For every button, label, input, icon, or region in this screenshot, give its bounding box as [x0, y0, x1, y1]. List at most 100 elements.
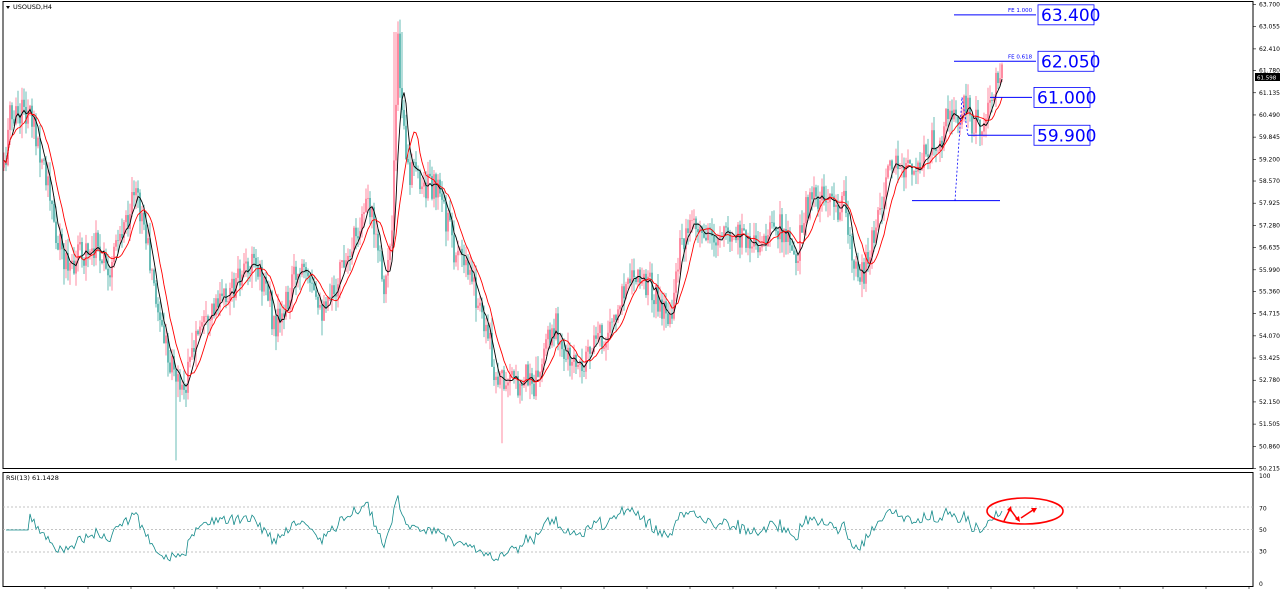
- candle-body: [429, 173, 431, 177]
- candle-body: [165, 335, 167, 344]
- candle-body: [725, 226, 727, 228]
- candle-body: [197, 330, 199, 335]
- candle-body: [793, 250, 795, 255]
- candle-body: [111, 262, 113, 278]
- candle-body: [23, 99, 25, 107]
- candle-body: [889, 160, 891, 166]
- candle-body: [673, 292, 675, 319]
- candle-body: [887, 165, 889, 178]
- candle-body: [927, 154, 929, 157]
- candle-body: [741, 228, 743, 248]
- candle-body: [407, 158, 409, 163]
- candle-body: [885, 177, 887, 197]
- candle-body: [403, 109, 405, 126]
- candle-body: [405, 125, 407, 159]
- candle-body: [203, 316, 205, 323]
- candle-body: [489, 333, 491, 339]
- rsi-tick-label: 70: [1259, 505, 1267, 512]
- candle-body: [999, 78, 1001, 84]
- candle-body: [519, 383, 521, 396]
- candle-body: [477, 305, 479, 308]
- candle-body: [39, 137, 41, 163]
- candle-body: [507, 382, 509, 386]
- candle-body: [471, 269, 473, 282]
- price-tick-label: 55.990: [1259, 267, 1280, 274]
- candle-body: [231, 278, 233, 288]
- candle-body: [357, 236, 359, 239]
- candle-body: [909, 160, 911, 164]
- candle-body: [849, 234, 851, 236]
- candle-body: [781, 214, 783, 243]
- candle-body: [505, 385, 507, 389]
- candle-body: [599, 325, 601, 334]
- candle-body: [85, 243, 87, 266]
- candle-body: [587, 346, 589, 352]
- candle-body: [525, 364, 527, 381]
- candle-body: [645, 273, 647, 296]
- candle-body: [159, 312, 161, 321]
- candle-body: [307, 272, 309, 277]
- candle-body: [189, 357, 191, 362]
- candle-body: [813, 187, 815, 200]
- candle-body: [497, 376, 499, 385]
- candle-body: [397, 33, 399, 105]
- candle-body: [653, 300, 655, 305]
- price-tick-label: 57.280: [1259, 222, 1280, 229]
- candle-body: [9, 105, 11, 130]
- candle-body: [143, 212, 145, 225]
- candle-body: [147, 238, 149, 244]
- symbol-label: USOUSD,H4: [13, 3, 52, 11]
- candle-body: [693, 218, 695, 221]
- chart-root: 63.700 63.055 62.410 61.780 61.135 60.490 59.8…: [0, 0, 1280, 589]
- candle-body: [791, 245, 793, 251]
- candle-body: [623, 286, 625, 299]
- candle-body: [21, 99, 23, 124]
- candle-body: [899, 167, 901, 170]
- candle-body: [799, 225, 801, 261]
- candle-body: [713, 235, 715, 243]
- candle-body: [611, 321, 613, 323]
- candle-body: [855, 261, 857, 269]
- price-tick-label: 50.215: [1259, 466, 1280, 473]
- candle-body: [225, 288, 227, 302]
- candle-body: [107, 268, 109, 276]
- candle-body: [455, 255, 457, 263]
- candle-body: [535, 370, 537, 397]
- candle-body: [281, 313, 283, 323]
- level-value-text: 61.000: [1037, 88, 1096, 108]
- candle-body: [395, 104, 397, 161]
- candle-body: [513, 371, 515, 378]
- rsi-tick-label: 30: [1259, 549, 1267, 556]
- candle-body: [903, 166, 905, 178]
- candle-body: [329, 297, 331, 298]
- candle-body: [571, 361, 573, 366]
- candle-body: [871, 230, 873, 258]
- candle-body: [55, 221, 57, 244]
- candle-body: [227, 301, 229, 302]
- candle-body: [441, 193, 443, 200]
- candle-body: [293, 266, 295, 275]
- candle-body: [935, 148, 937, 151]
- candle-body: [69, 262, 71, 271]
- candle-body: [835, 204, 837, 207]
- candle-body: [613, 315, 615, 323]
- price-tick-label: 56.635: [1259, 245, 1280, 252]
- candle-body: [465, 259, 467, 266]
- candle-body: [53, 204, 55, 222]
- candle-body: [811, 192, 813, 200]
- candle-body: [199, 326, 201, 335]
- price-tick-label: 50.860: [1259, 443, 1280, 450]
- candle-body: [363, 212, 365, 214]
- candle-body: [141, 212, 143, 222]
- candle-body: [11, 105, 13, 120]
- candle-body: [295, 266, 297, 280]
- rsi-axis-ticks: 100 70 50 30 0: [1259, 473, 1271, 588]
- rsi-label: RSI(13) 61.1428: [6, 474, 59, 482]
- candle-body: [577, 364, 579, 367]
- candle-body: [433, 174, 435, 199]
- candle-body: [399, 33, 401, 89]
- candle-body: [181, 384, 183, 390]
- candle-body: [409, 162, 411, 185]
- candle-body: [879, 208, 881, 211]
- candle-body: [43, 159, 45, 161]
